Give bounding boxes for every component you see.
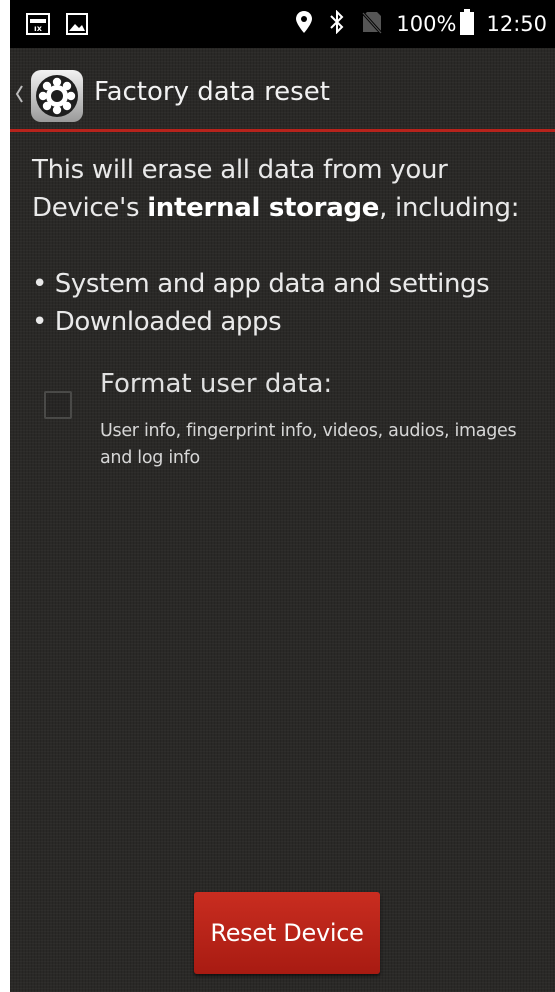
svg-text:ıx: ıx (34, 24, 43, 33)
bluetooth-icon (330, 9, 344, 38)
id-card-icon: ıx (26, 13, 50, 39)
status-bar-left: ıx (26, 13, 88, 39)
screen: ıx 100% 12:50 Factory data reset This wi… (10, 0, 555, 992)
battery-percentage: 100% (396, 12, 457, 36)
format-user-data-description: User info, fingerprint info, videos, aud… (100, 421, 517, 468)
location-pin-icon (296, 11, 313, 37)
chevron-left-icon[interactable] (14, 84, 24, 108)
action-bar-divider (10, 129, 555, 132)
format-user-data-label[interactable]: Format user data: (100, 366, 332, 402)
status-bar-right: 100% 12:50 (296, 8, 547, 40)
page-title: Factory data reset (94, 77, 330, 107)
image-icon (66, 13, 88, 39)
no-sim-icon (362, 10, 383, 38)
list-item: • System and app data and settings (32, 269, 490, 299)
action-bar: Factory data reset (10, 48, 555, 130)
battery-icon (460, 9, 475, 39)
format-user-data-checkbox[interactable] (44, 391, 72, 419)
intro-suffix: , including: (379, 193, 520, 223)
list-item: • Downloaded apps (32, 307, 282, 337)
status-bar: ıx 100% 12:50 (10, 0, 555, 48)
intro-bold: internal storage (147, 193, 380, 223)
intro-text: This will erase all data from your Devic… (32, 151, 552, 227)
status-clock: 12:50 (486, 12, 547, 36)
erase-list: • System and app data and settings • Dow… (32, 265, 552, 341)
reset-device-button[interactable]: Reset Device (194, 892, 380, 974)
settings-gear-icon[interactable] (30, 69, 84, 123)
